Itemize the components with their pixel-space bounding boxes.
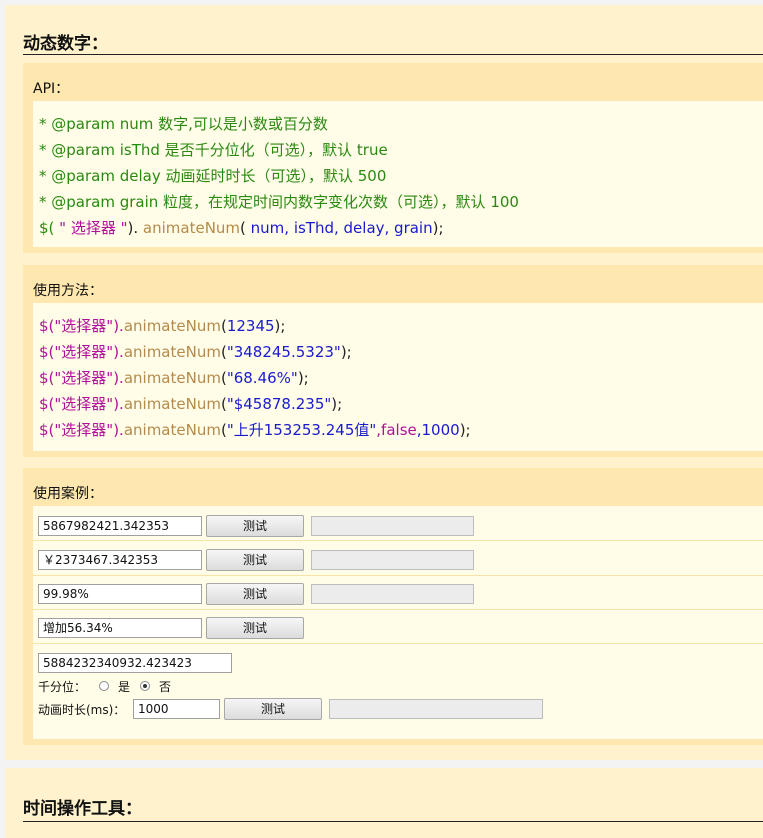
demo-body: 5867982421.342353 测试 ￥2373467.342353 测试 … [33, 506, 763, 739]
sig-open: ( [240, 219, 251, 237]
section-dynamic-number: 动态数字： API： * @param num 数字,可以是小数或百分数 * @… [5, 5, 763, 760]
usage-end: ); [297, 369, 309, 387]
api-title: API： [33, 81, 70, 97]
usage-selector: $("选择器"). [39, 317, 124, 335]
section-time-tools: 时间操作工具： [5, 768, 763, 838]
usage-line: $("选择器").animateNum("上升153253.245值",fals… [39, 419, 471, 440]
output-display [329, 699, 543, 719]
sig-method: animateNum [138, 219, 241, 237]
usage-method: animateNum [123, 421, 221, 439]
usage-arg: 12345 [226, 317, 275, 335]
thousands-yes-radio[interactable] [99, 681, 109, 691]
usage-end: ); [340, 343, 352, 361]
demo-row: 增加56.34% 测试 [33, 609, 763, 644]
section-divider [23, 54, 763, 55]
api-line: * @param num 数字,可以是小数或百分数 [39, 115, 328, 133]
usage-extra: ,false [376, 421, 417, 439]
test-button[interactable]: 测试 [206, 549, 304, 571]
section-divider [23, 821, 763, 822]
usage-arg: "上升153253.245值" [226, 421, 377, 439]
demo-title: 使用案例： [33, 486, 103, 502]
usage-line: $("选择器").animateNum("68.46%"); [39, 367, 309, 388]
usage-line: $("选择器").animateNum("$45878.235"); [39, 393, 342, 414]
api-line: * @param isThd 是否千分位化（可选），默认 true [39, 141, 388, 159]
sig-prefix: $( [39, 219, 55, 237]
number-input[interactable]: 5867982421.342353 [38, 516, 202, 536]
api-box: API： * @param num 数字,可以是小数或百分数 * @param … [23, 63, 763, 253]
delay-label: 动画时长(ms)： [38, 703, 126, 717]
usage-code: $("选择器").animateNum(12345); $("选择器").ani… [33, 303, 763, 451]
usage-end: ); [331, 395, 343, 413]
usage-box: 使用方法： $("选择器").animateNum(12345); $("选择器… [23, 265, 763, 457]
usage-rest: ,1000 [416, 421, 460, 439]
test-button[interactable]: 测试 [206, 617, 304, 639]
test-button[interactable]: 测试 [206, 583, 304, 605]
output-display [311, 550, 474, 570]
thousands-label: 千分位： [38, 680, 87, 694]
sig-selector: " 选择器 " [54, 219, 128, 237]
sig-end: ); [432, 219, 444, 237]
test-button[interactable]: 测试 [206, 515, 304, 537]
number-input[interactable]: ￥2373467.342353 [38, 550, 202, 570]
usage-line: $("选择器").animateNum("348245.5323"); [39, 341, 352, 362]
usage-end: ); [274, 317, 286, 335]
test-button[interactable]: 测试 [224, 698, 322, 720]
usage-method: animateNum [123, 343, 221, 361]
section-title: 时间操作工具： [23, 799, 142, 819]
api-signature: $( " 选择器 "). animateNum( num, isThd, del… [39, 217, 444, 238]
output-display [311, 516, 474, 536]
demo-row: ￥2373467.342353 测试 [33, 541, 763, 576]
thousands-yes-label: 是 [118, 680, 131, 694]
sig-close: ). [127, 219, 139, 237]
demo-box: 使用案例： 5867982421.342353 测试 ￥2373467.3423… [23, 468, 763, 745]
usage-selector: $("选择器"). [39, 343, 124, 361]
custom-number-input[interactable]: 5884232340932.423423 [38, 653, 232, 673]
api-line: * @param grain 粒度，在规定时间内数字变化次数（可选），默认 10… [39, 193, 519, 211]
usage-arg: "$45878.235" [226, 395, 332, 413]
usage-end: ); [459, 421, 471, 439]
usage-selector: $("选择器"). [39, 395, 124, 413]
usage-method: animateNum [123, 369, 221, 387]
sig-args: num, isThd, delay, grain [250, 219, 433, 237]
usage-method: animateNum [123, 317, 221, 335]
output-display [311, 584, 474, 604]
usage-arg: "68.46%" [226, 369, 298, 387]
usage-line: $("选择器").animateNum(12345); [39, 315, 285, 336]
delay-input[interactable]: 1000 [133, 699, 220, 719]
thousands-no-label: 否 [159, 680, 172, 694]
api-code: * @param num 数字,可以是小数或百分数 * @param isThd… [33, 101, 763, 247]
usage-selector: $("选择器"). [39, 369, 124, 387]
usage-arg: "348245.5323" [226, 343, 341, 361]
usage-title: 使用方法： [33, 283, 103, 299]
number-input[interactable]: 99.98% [38, 584, 202, 604]
api-line: * @param delay 动画延时时长（可选），默认 500 [39, 167, 387, 185]
thousands-no-radio[interactable] [140, 681, 150, 691]
usage-selector: $("选择器"). [39, 421, 124, 439]
demo-row: 99.98% 测试 [33, 575, 763, 610]
number-input[interactable]: 增加56.34% [38, 618, 202, 638]
usage-method: animateNum [123, 395, 221, 413]
section-title: 动态数字： [23, 34, 108, 54]
demo-row: 5867982421.342353 测试 [33, 506, 763, 541]
